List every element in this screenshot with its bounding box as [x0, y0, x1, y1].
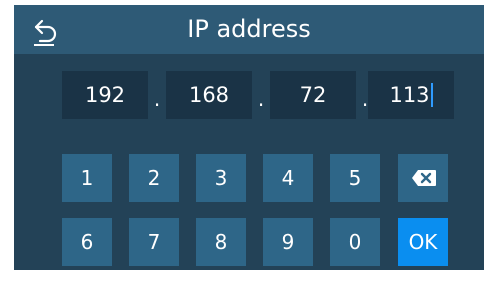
backspace-icon — [412, 170, 436, 186]
ip-octet-4-value: 113 — [389, 83, 430, 107]
key-8[interactable]: 8 — [196, 218, 246, 266]
key-4[interactable]: 4 — [263, 154, 313, 202]
back-button[interactable] — [28, 13, 66, 47]
ip-octet-3-value: 72 — [299, 83, 327, 107]
backspace-button[interactable] — [398, 154, 448, 202]
key-3[interactable]: 3 — [196, 154, 246, 202]
key-7[interactable]: 7 — [129, 218, 179, 266]
ip-separator-1: . — [153, 87, 161, 111]
key-2[interactable]: 2 — [129, 154, 179, 202]
ip-separator-2: . — [257, 87, 265, 111]
ip-octet-1-field[interactable]: 192 — [62, 71, 148, 119]
ip-octet-1-value: 192 — [84, 83, 126, 107]
key-0[interactable]: 0 — [330, 218, 380, 266]
ip-octet-2-value: 168 — [188, 83, 230, 107]
ok-button[interactable]: OK — [398, 218, 448, 266]
ip-octet-2-field[interactable]: 168 — [166, 71, 252, 119]
text-caret — [430, 82, 433, 107]
page-title: IP address — [187, 15, 311, 43]
ip-address-screen: IP address 192 . 168 . 72 . 113 1 2 3 4 … — [14, 5, 484, 270]
key-1[interactable]: 1 — [62, 154, 112, 202]
ip-octet-3-field[interactable]: 72 — [270, 71, 356, 119]
key-9[interactable]: 9 — [263, 218, 313, 266]
header-bar: IP address — [14, 5, 484, 54]
key-5[interactable]: 5 — [330, 154, 380, 202]
back-arrow-icon — [34, 19, 57, 46]
ip-octet-4-field[interactable]: 113 — [368, 71, 454, 119]
key-6[interactable]: 6 — [62, 218, 112, 266]
